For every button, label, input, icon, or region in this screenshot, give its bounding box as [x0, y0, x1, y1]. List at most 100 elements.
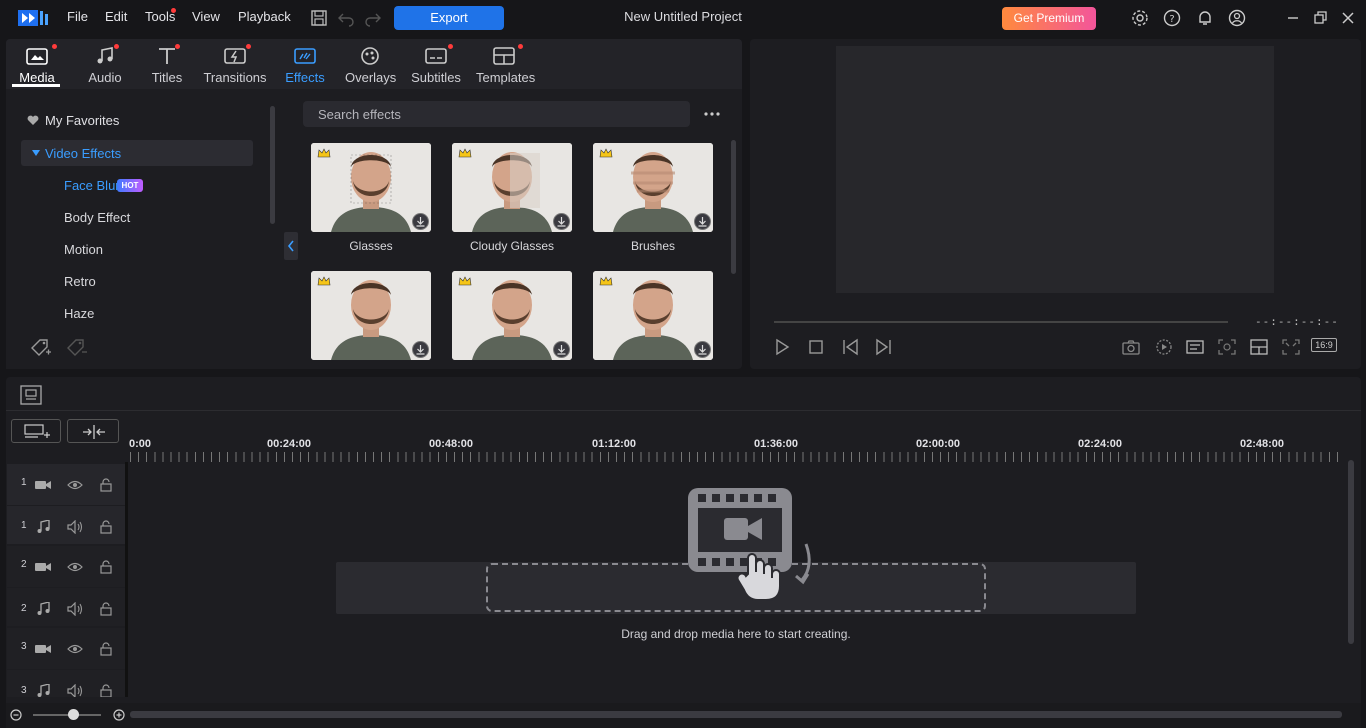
download-icon[interactable]: [553, 341, 570, 358]
menu-view[interactable]: View: [192, 9, 220, 24]
save-icon[interactable]: [310, 9, 328, 27]
zoom-in-icon[interactable]: [113, 709, 125, 721]
stop-icon[interactable]: [807, 338, 825, 356]
category-retro[interactable]: Retro: [64, 274, 96, 289]
zoom-slider-track[interactable]: [33, 714, 101, 716]
account-icon[interactable]: [1228, 9, 1246, 27]
tab-media-label: Media: [19, 70, 55, 85]
category-motion[interactable]: Motion: [64, 242, 103, 257]
redo-icon[interactable]: [364, 9, 382, 27]
restore-icon[interactable]: [1311, 9, 1329, 27]
zoom-slider-thumb[interactable]: [68, 709, 79, 720]
snapshot-camera-icon[interactable]: [1121, 338, 1141, 356]
volume-speaker-icon[interactable]: [67, 602, 83, 616]
menu-file[interactable]: File: [67, 9, 88, 24]
track-header-video-2[interactable]: 2: [7, 546, 125, 587]
dock-layout-icon[interactable]: [1249, 338, 1269, 356]
lock-icon[interactable]: [100, 478, 112, 492]
tab-audio[interactable]: Audio: [82, 39, 128, 89]
download-icon[interactable]: [694, 341, 711, 358]
export-button[interactable]: Export: [394, 6, 504, 30]
category-scrollbar[interactable]: [270, 106, 275, 224]
settings-gear-icon[interactable]: [1131, 9, 1149, 27]
effects-scrollbar[interactable]: [731, 140, 736, 274]
playback-quality-icon[interactable]: [1154, 338, 1174, 356]
undo-icon[interactable]: [337, 9, 355, 27]
visibility-eye-icon[interactable]: [67, 479, 83, 491]
tab-overlays[interactable]: Overlays: [345, 39, 396, 89]
add-tag-icon[interactable]: [30, 338, 52, 358]
download-icon[interactable]: [553, 213, 570, 230]
category-body-effect[interactable]: Body Effect: [64, 210, 130, 225]
track-header-audio-3[interactable]: 3: [7, 670, 125, 697]
previous-frame-icon[interactable]: [841, 338, 861, 356]
track-number: 3: [21, 685, 27, 696]
tab-subtitles[interactable]: Subtitles: [410, 39, 462, 89]
track-number: 1: [21, 477, 27, 488]
crown-icon: [458, 148, 472, 158]
track-header-video-1[interactable]: 1: [7, 464, 125, 505]
tab-effects[interactable]: Effects: [282, 39, 328, 89]
track-header-audio-1[interactable]: 1: [7, 506, 125, 544]
aspect-ratio-button[interactable]: 16:9: [1311, 338, 1337, 352]
visibility-eye-icon[interactable]: [67, 643, 83, 655]
category-video-effects[interactable]: Video Effects: [21, 140, 253, 166]
tab-titles[interactable]: Titles: [144, 39, 190, 89]
zoom-fit-icon[interactable]: [1217, 338, 1237, 356]
timeline-horizontal-scrollbar[interactable]: [130, 711, 1342, 718]
minimize-icon[interactable]: [1284, 9, 1302, 27]
more-options-icon[interactable]: [702, 108, 722, 120]
close-icon[interactable]: [1339, 9, 1357, 27]
track-header-audio-2[interactable]: 2: [7, 588, 125, 626]
timeline-vertical-scrollbar[interactable]: [1348, 460, 1354, 644]
effect-thumb-6[interactable]: [593, 271, 713, 360]
search-effects-input[interactable]: Search effects: [303, 101, 690, 127]
lock-icon[interactable]: [100, 684, 112, 697]
category-face-blur[interactable]: Face Blur: [64, 178, 120, 193]
volume-speaker-icon[interactable]: [67, 684, 83, 697]
lock-icon[interactable]: [100, 602, 112, 616]
timeline-mode-icon[interactable]: [20, 385, 42, 405]
zoom-out-icon[interactable]: [10, 709, 22, 721]
snap-toggle-button[interactable]: [67, 419, 119, 443]
help-icon[interactable]: ?: [1163, 9, 1181, 27]
category-my-favorites[interactable]: My Favorites: [45, 113, 119, 128]
collapse-panel-button[interactable]: [284, 232, 298, 260]
overlays-icon: [361, 47, 379, 65]
tab-transitions[interactable]: Transitions: [202, 39, 268, 89]
subtitles-toggle-icon[interactable]: [1185, 338, 1205, 356]
lock-icon[interactable]: [100, 642, 112, 656]
audio-new-dot: [114, 44, 119, 49]
preview-timecode: --:--:--:--: [1255, 315, 1339, 328]
effect-thumb-5[interactable]: [452, 271, 572, 360]
effect-thumb-cloudy-glasses[interactable]: [452, 143, 572, 232]
preview-scrubber[interactable]: [774, 321, 1228, 323]
timeline-ruler-ticks[interactable]: [130, 452, 1342, 462]
track-number: 1: [21, 520, 27, 531]
category-video-effects-label: Video Effects: [45, 146, 122, 161]
lock-icon[interactable]: [100, 520, 112, 534]
play-icon[interactable]: [773, 338, 791, 356]
tab-templates[interactable]: Templates: [476, 39, 535, 89]
next-frame-icon[interactable]: [873, 338, 893, 356]
fullscreen-icon[interactable]: [1281, 338, 1301, 356]
get-premium-button[interactable]: Get Premium: [1002, 7, 1096, 30]
effect-thumb-glasses[interactable]: [311, 143, 431, 232]
category-haze[interactable]: Haze: [64, 306, 94, 321]
menu-playback[interactable]: Playback: [238, 9, 291, 24]
effect-thumb-4[interactable]: [311, 271, 431, 360]
notification-bell-icon[interactable]: [1196, 9, 1214, 27]
track-header-video-3[interactable]: 3: [7, 628, 125, 669]
download-icon[interactable]: [412, 341, 429, 358]
download-icon[interactable]: [694, 213, 711, 230]
add-track-button[interactable]: [11, 419, 61, 443]
tab-media[interactable]: Media: [14, 39, 60, 89]
menu-edit[interactable]: Edit: [105, 9, 127, 24]
effect-thumb-brushes[interactable]: [593, 143, 713, 232]
volume-speaker-icon[interactable]: [67, 520, 83, 534]
audio-note-icon: [37, 602, 50, 615]
remove-tag-icon[interactable]: [66, 338, 88, 358]
lock-icon[interactable]: [100, 560, 112, 574]
visibility-eye-icon[interactable]: [67, 561, 83, 573]
download-icon[interactable]: [412, 213, 429, 230]
